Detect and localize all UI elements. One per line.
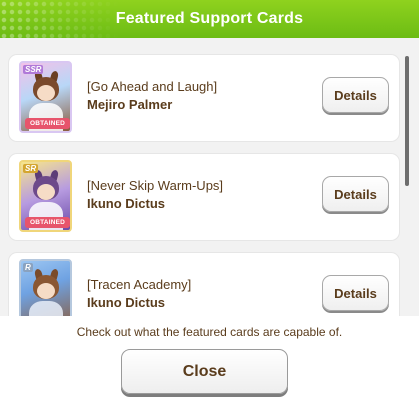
character-face xyxy=(37,85,55,101)
dialog-title: Featured Support Cards xyxy=(115,10,304,27)
card-character-name: Mejiro Palmer xyxy=(87,97,173,112)
close-button[interactable]: Close xyxy=(121,349,288,394)
card-list[interactable]: SSR OBTAINED [Go Ahead and Laugh] Mejiro… xyxy=(0,38,419,316)
details-button[interactable]: Details xyxy=(322,176,389,212)
details-button[interactable]: Details xyxy=(322,275,389,311)
character-face xyxy=(37,283,55,299)
card-row-ikuno-dictus-sr: SR OBTAINED [Never Skip Warm-Ups] Ikuno … xyxy=(9,154,399,240)
support-card-thumbnail[interactable]: R xyxy=(19,259,72,316)
character-face xyxy=(37,184,55,200)
dialog-footer: Check out what the featured cards are ca… xyxy=(0,316,419,405)
card-title: [Never Skip Warm-Ups] xyxy=(87,178,224,193)
obtained-badge: OBTAINED xyxy=(25,118,70,129)
obtained-badge: OBTAINED xyxy=(25,217,70,228)
support-card-thumbnail[interactable]: SSR OBTAINED xyxy=(19,61,72,133)
support-card-thumbnail[interactable]: SR OBTAINED xyxy=(19,160,72,232)
rarity-badge: SSR xyxy=(23,65,44,74)
rarity-badge: R xyxy=(23,263,33,272)
card-character-name: Ikuno Dictus xyxy=(87,196,166,211)
info-text: Check out what the featured cards are ca… xyxy=(76,325,343,339)
card-title: [Tracen Academy] xyxy=(87,277,192,292)
card-title: [Go Ahead and Laugh] xyxy=(87,79,218,94)
card-row-ikuno-dictus-r: R [Tracen Academy] Ikuno Dictus Details xyxy=(9,253,399,316)
featured-support-cards-dialog: Featured Support Cards SSR OBTAINED [Go … xyxy=(0,0,419,405)
rarity-badge: SR xyxy=(23,164,39,173)
card-row-mejiro-palmer: SSR OBTAINED [Go Ahead and Laugh] Mejiro… xyxy=(9,55,399,141)
card-character-name: Ikuno Dictus xyxy=(87,295,166,310)
details-button[interactable]: Details xyxy=(322,77,389,113)
character-outfit xyxy=(29,301,63,316)
list-scrollbar[interactable] xyxy=(405,56,409,186)
dialog-header: Featured Support Cards xyxy=(0,0,419,38)
